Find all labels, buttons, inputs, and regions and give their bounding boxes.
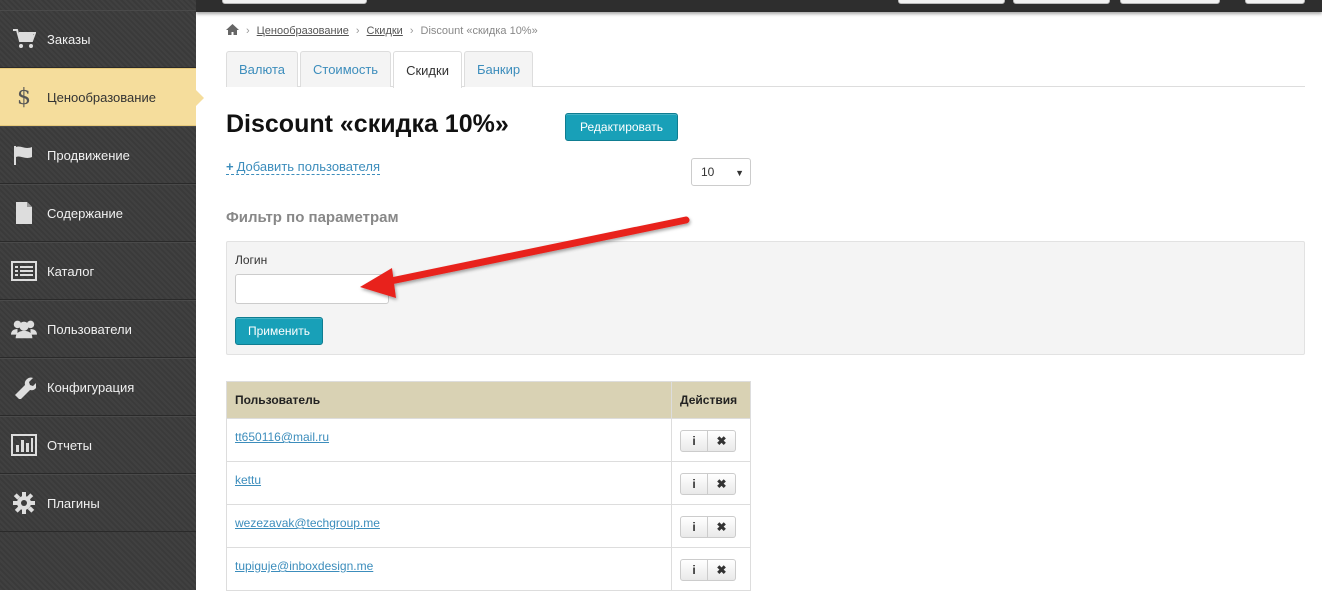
top-bar-button[interactable] <box>1120 0 1220 4</box>
user-link[interactable]: kettu <box>235 473 261 487</box>
sidebar-item-configuration[interactable]: Конфигурация <box>0 358 196 416</box>
row-actions: i ✖ <box>680 516 750 538</box>
breadcrumb-discounts-link[interactable]: Скидки <box>367 25 403 37</box>
sidebar-item-users[interactable]: Пользователи <box>0 300 196 358</box>
chart-icon <box>11 432 37 458</box>
sidebar-item-label: Конфигурация <box>47 379 135 395</box>
users-icon <box>11 316 37 342</box>
breadcrumb-separator: › <box>409 25 414 37</box>
sidebar-item-reports[interactable]: Отчеты <box>0 416 196 474</box>
wrench-icon <box>11 374 37 400</box>
sidebar-item-pricing[interactable]: $ Ценообразование <box>0 68 204 126</box>
top-bar-button[interactable] <box>1245 0 1305 4</box>
delete-button[interactable]: ✖ <box>708 473 737 495</box>
tab-banker[interactable]: Банкир <box>463 51 534 87</box>
table-header-row: Пользователь Действия <box>225 381 751 419</box>
sidebar-item-orders[interactable]: Заказы <box>0 10 196 68</box>
apply-button[interactable]: Применить <box>235 317 323 345</box>
document-icon <box>11 200 37 226</box>
login-label: Логин <box>235 253 268 267</box>
sidebar-item-label: Содержание <box>47 205 123 221</box>
breadcrumb-separator: › <box>355 25 360 37</box>
user-link[interactable]: tt650116@mail.ru <box>235 430 329 444</box>
sidebar-item-catalog[interactable]: Каталог <box>0 242 196 300</box>
gear-icon <box>11 490 37 516</box>
add-user-link[interactable]: + Добавить пользователя <box>226 159 380 175</box>
top-bar-button[interactable] <box>222 0 367 4</box>
column-header-user: Пользователь <box>225 381 673 419</box>
sidebar-item-label: Пользователи <box>47 321 132 337</box>
sidebar-item-plugins[interactable]: Плагины <box>0 474 196 532</box>
login-input[interactable] <box>235 274 389 304</box>
table-row: tupiguje@inboxdesign.me i ✖ <box>225 547 751 591</box>
chevron-down-icon: ▼ <box>735 168 744 178</box>
tab-discounts[interactable]: Скидки <box>393 51 462 88</box>
delete-button[interactable]: ✖ <box>708 516 737 538</box>
tab-cost[interactable]: Стоимость <box>300 51 392 87</box>
user-link[interactable]: tupiguje@inboxdesign.me <box>235 559 373 573</box>
per-page-select[interactable]: 10 ▼ <box>691 158 751 186</box>
breadcrumb-current: Discount «скидка 10%» <box>420 25 538 37</box>
column-header-actions: Действия <box>671 381 751 419</box>
breadcrumb-pricing-link[interactable]: Ценообразование <box>257 25 349 37</box>
top-bar-button[interactable] <box>1013 0 1110 4</box>
tab-bar: Валюта Стоимость Скидки Банкир <box>226 51 1305 88</box>
row-actions: i ✖ <box>680 559 750 581</box>
info-button[interactable]: i <box>680 516 709 538</box>
sidebar-item-promotion[interactable]: Продвижение <box>0 126 196 184</box>
sidebar-item-label: Ценообразование <box>47 89 156 105</box>
top-bar-button[interactable] <box>898 0 1005 4</box>
breadcrumb: › Ценообразование › Скидки › Discount «с… <box>226 24 538 38</box>
info-button[interactable]: i <box>680 430 709 452</box>
sidebar-item-label: Отчеты <box>47 437 92 453</box>
sidebar-item-content[interactable]: Содержание <box>0 184 196 242</box>
list-icon <box>11 258 37 284</box>
per-page-value: 10 <box>701 165 715 179</box>
sidebar: Заказы $ Ценообразование Продвижение Сод… <box>0 0 204 590</box>
add-user-label: Добавить пользователя <box>236 159 380 174</box>
home-icon[interactable] <box>226 24 239 38</box>
table-row: kettu i ✖ <box>225 461 751 505</box>
sidebar-item-label: Продвижение <box>47 147 130 163</box>
plus-icon: + <box>226 159 234 174</box>
user-link[interactable]: wezezavak@techgroup.me <box>235 516 380 530</box>
info-button[interactable]: i <box>680 473 709 495</box>
sidebar-item-label: Плагины <box>47 495 100 511</box>
info-button[interactable]: i <box>680 559 709 581</box>
users-table: Пользователь Действия tt650116@mail.ru i… <box>225 381 751 591</box>
row-actions: i ✖ <box>680 473 750 495</box>
edit-button[interactable]: Редактировать <box>565 113 678 141</box>
table-row: tt650116@mail.ru i ✖ <box>225 418 751 462</box>
filter-title: Фильтр по параметрам <box>226 209 399 226</box>
top-bar <box>196 0 1322 12</box>
delete-button[interactable]: ✖ <box>708 559 737 581</box>
sidebar-item-label: Заказы <box>47 31 91 47</box>
sidebar-item-label: Каталог <box>47 263 95 279</box>
page-title: Discount «скидка 10%» <box>226 110 509 138</box>
breadcrumb-separator: › <box>246 25 250 37</box>
dollar-icon: $ <box>17 84 31 110</box>
flag-icon <box>11 142 37 168</box>
row-actions: i ✖ <box>680 430 750 452</box>
table-row: wezezavak@techgroup.me i ✖ <box>225 504 751 548</box>
cart-icon <box>11 26 37 52</box>
tab-currency[interactable]: Валюта <box>226 51 298 87</box>
delete-button[interactable]: ✖ <box>708 430 737 452</box>
